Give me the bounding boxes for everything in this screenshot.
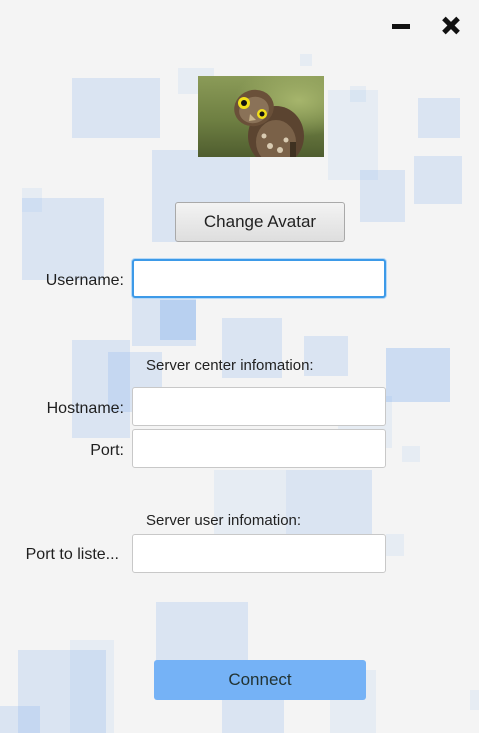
listen-port-input[interactable] xyxy=(132,534,386,573)
username-input[interactable] xyxy=(132,259,386,298)
port-label: Port: xyxy=(90,442,124,459)
owl-image xyxy=(234,89,304,157)
hostname-input[interactable] xyxy=(132,387,386,426)
avatar xyxy=(198,76,324,157)
server-center-heading: Server center infomation: xyxy=(146,357,314,374)
hostname-label: Hostname: xyxy=(46,400,124,417)
connect-button[interactable]: Connect xyxy=(154,660,366,700)
username-label: Username: xyxy=(45,272,124,289)
server-user-heading: Server user infomation: xyxy=(146,512,302,529)
listen-port-label: Port to liste... xyxy=(25,546,119,563)
port-input[interactable] xyxy=(132,429,386,468)
close-icon[interactable] xyxy=(440,14,464,38)
change-avatar-button[interactable]: Change Avatar xyxy=(175,202,345,242)
minimize-icon[interactable] xyxy=(390,14,414,38)
